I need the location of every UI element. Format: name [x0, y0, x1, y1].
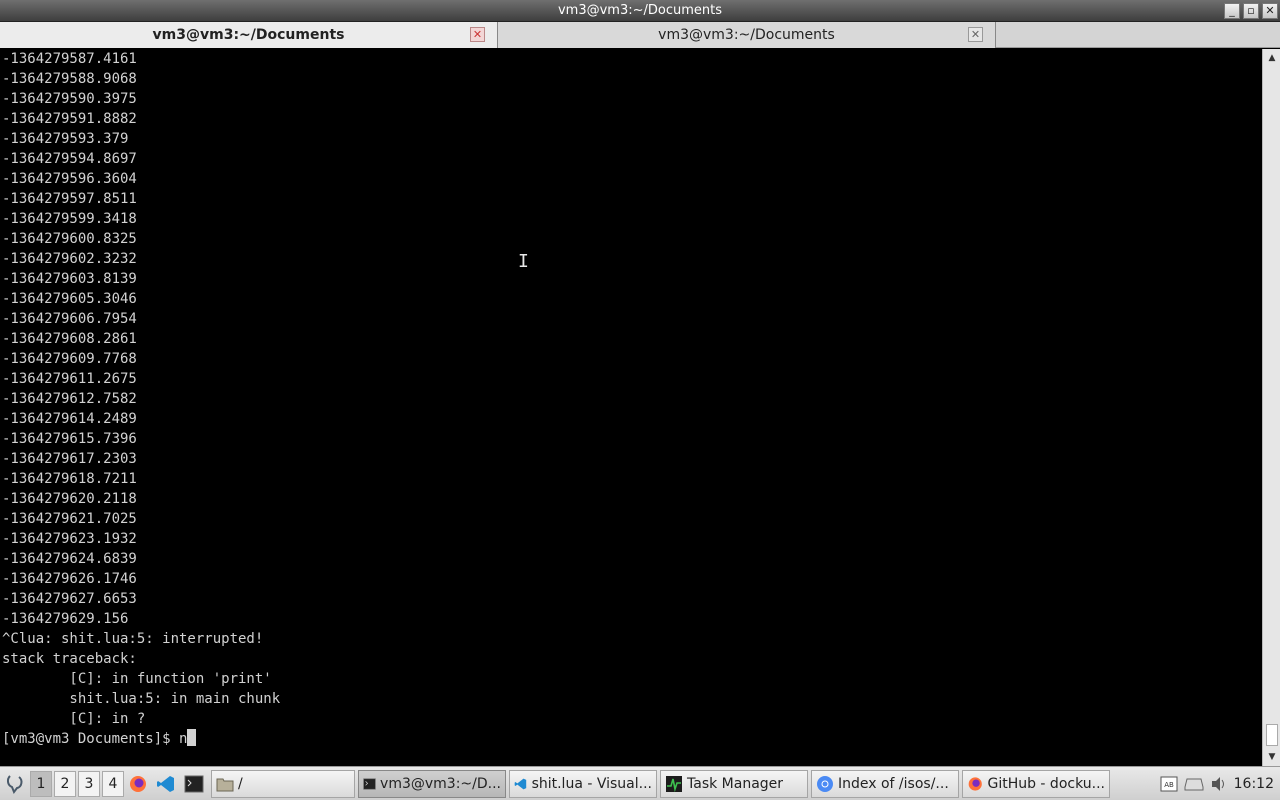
terminal-line: -1364279611.2675 [2, 371, 137, 387]
terminal-line: -1364279606.7954 [2, 311, 137, 327]
terminal-line: -1364279626.1746 [2, 571, 137, 587]
scroll-down-arrow-icon[interactable]: ▼ [1265, 750, 1279, 764]
task-label: Index of /isos/... [838, 775, 949, 792]
scroll-up-arrow-icon[interactable]: ▲ [1265, 51, 1279, 65]
task-label: Task Manager [687, 775, 784, 792]
workspace-button-1[interactable]: 1 [30, 770, 52, 797]
task-manager-icon [666, 775, 682, 792]
terminal-icon [184, 775, 204, 792]
vscode-icon [157, 775, 174, 792]
launcher-firefox[interactable] [124, 770, 152, 798]
task-terminal[interactable]: vm3@vm3:~/D... [358, 769, 506, 798]
terminal-line: -1364279593.379 [2, 131, 129, 147]
terminal-line: -1364279603.8139 [2, 271, 137, 287]
terminal-lines: -1364279587.4161 -1364279588.9068 -1364279… [2, 49, 1262, 729]
terminal-line: -1364279608.2861 [2, 331, 137, 347]
tab-terminal-1[interactable]: vm3@vm3:~/Documents ✕ [0, 22, 498, 48]
text-cursor [187, 729, 197, 746]
terminal-line: -1364279609.7768 [2, 351, 137, 367]
workspace-button-4[interactable]: 4 [102, 770, 124, 797]
tab-terminal-2[interactable]: vm3@vm3:~/Documents ✕ [498, 22, 996, 48]
terminal-line: ^Clua: shit.lua:5: interrupted! [2, 631, 264, 647]
window-titlebar[interactable]: vm3@vm3:~/Documents _ ▫ ✕ [0, 0, 1280, 22]
drive-icon[interactable] [1184, 777, 1204, 791]
terminal-line: -1364279618.7211 [2, 471, 137, 487]
terminal-line: -1364279620.2118 [2, 491, 137, 507]
workspace-button-2[interactable]: 2 [54, 770, 76, 797]
terminal-input[interactable]: n [179, 731, 187, 747]
app-menu-icon [6, 774, 23, 794]
app-menu-button[interactable] [2, 770, 28, 798]
keyboard-layout-icon[interactable]: AB [1160, 775, 1178, 793]
terminal-line: -1364279605.3046 [2, 291, 137, 307]
launcher-terminal[interactable] [180, 770, 208, 798]
terminal-line: -1364279614.2489 [2, 411, 137, 427]
terminal-line: -1364279594.8697 [2, 151, 137, 167]
terminal-line: -1364279612.7582 [2, 391, 137, 407]
terminal-prompt-line[interactable]: [vm3@vm3 Documents]$ n [2, 729, 1262, 749]
terminal-line: [C]: in function 'print' [2, 671, 272, 687]
tab-label: vm3@vm3:~/Documents [152, 27, 345, 43]
folder-icon [216, 778, 234, 791]
minimize-button[interactable]: _ [1224, 3, 1240, 19]
system-tray: AB 16:12 [1160, 775, 1280, 793]
task-label: vm3@vm3:~/D... [380, 775, 501, 792]
terminal-output[interactable]: -1364279587.4161 -1364279588.9068 -1364279… [0, 49, 1262, 766]
terminal-line: -1364279623.1932 [2, 531, 137, 547]
scroll-thumb[interactable] [1266, 724, 1278, 746]
window-title: vm3@vm3:~/Documents [557, 2, 723, 18]
terminal-line: -1364279600.8325 [2, 231, 137, 247]
terminal-line: -1364279615.7396 [2, 431, 137, 447]
terminal-line: -1364279596.3604 [2, 171, 137, 187]
terminal-line: -1364279617.2303 [2, 451, 137, 467]
task-vscode[interactable]: shit.lua - Visual... [509, 769, 657, 798]
terminal-line: -1364279627.6653 [2, 591, 137, 607]
task-task-manager[interactable]: Task Manager [660, 769, 808, 798]
terminal-line: -1364279587.4161 [2, 51, 137, 67]
launcher-vscode[interactable] [152, 770, 180, 798]
terminal-line: stack traceback: [2, 651, 137, 667]
chromium-icon [817, 775, 833, 792]
terminal-scrollbar[interactable]: ▲ ▼ [1262, 49, 1280, 766]
tab-bar: vm3@vm3:~/Documents ✕ vm3@vm3:~/Document… [0, 22, 1280, 48]
terminal-line: -1364279599.3418 [2, 211, 137, 227]
task-label: / [238, 775, 243, 792]
close-button[interactable]: ✕ [1262, 3, 1278, 19]
workspace-switcher: 1234 [28, 770, 124, 797]
workspace-button-3[interactable]: 3 [78, 770, 100, 797]
terminal-icon [363, 777, 376, 790]
svg-text:AB: AB [1164, 781, 1174, 789]
maximize-button[interactable]: ▫ [1243, 3, 1259, 19]
terminal-line: -1364279590.3975 [2, 91, 137, 107]
terminal-line: -1364279597.8511 [2, 191, 137, 207]
tab-close-icon[interactable]: ✕ [470, 27, 485, 42]
terminal-line: -1364279624.6839 [2, 551, 137, 567]
vscode-icon [514, 778, 527, 789]
window-controls: _ ▫ ✕ [1224, 3, 1278, 19]
firefox-icon [130, 775, 146, 792]
terminal-line: -1364279629.156 [2, 611, 129, 627]
terminal-prompt: [vm3@vm3 Documents]$ [2, 731, 180, 747]
firefox-icon [968, 776, 982, 791]
terminal-line: -1364279591.8882 [2, 111, 137, 127]
taskbar: 1234 / vm3@vm3:~/D... shit.lua - Visual.… [0, 766, 1280, 800]
terminal-line: -1364279602.3232 [2, 251, 137, 267]
tab-label: vm3@vm3:~/Documents [658, 27, 835, 43]
tab-close-icon[interactable]: ✕ [968, 27, 983, 42]
terminal-line: shit.lua:5: in main chunk [2, 691, 281, 707]
task-firefox[interactable]: GitHub - docku... [962, 769, 1110, 798]
volume-icon[interactable] [1210, 775, 1228, 793]
task-file-manager[interactable]: / [211, 769, 355, 798]
task-chromium[interactable]: Index of /isos/... [811, 769, 959, 798]
task-label: GitHub - docku... [987, 775, 1105, 792]
terminal-line: [C]: in ? [2, 711, 146, 727]
ibeam-cursor-icon: I [518, 251, 529, 272]
terminal-line: -1364279588.9068 [2, 71, 137, 87]
terminal-line: -1364279621.7025 [2, 511, 137, 527]
task-label: shit.lua - Visual... [531, 775, 652, 792]
clock[interactable]: 16:12 [1234, 776, 1274, 792]
